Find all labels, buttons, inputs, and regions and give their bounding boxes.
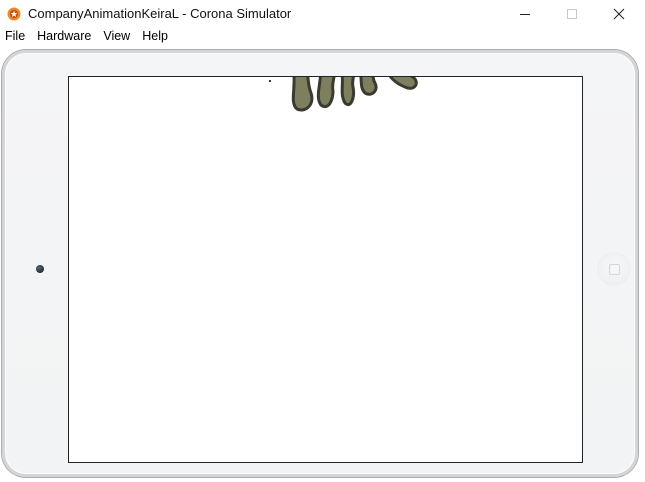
title-bar[interactable]: CompanyAnimationKeiraL - Corona Simulato…	[0, 0, 645, 28]
menu-help[interactable]: Help	[136, 28, 174, 47]
home-square-icon	[609, 264, 620, 275]
menu-hardware[interactable]: Hardware	[31, 28, 97, 47]
window-title: CompanyAnimationKeiraL - Corona Simulato…	[28, 6, 292, 21]
simulator-screen[interactable]	[68, 76, 583, 463]
front-camera-icon	[36, 265, 44, 273]
corona-app-icon	[7, 7, 21, 21]
home-button[interactable]	[598, 253, 630, 285]
tablet-device-frame	[2, 50, 638, 477]
maximize-icon	[567, 9, 577, 19]
minimize-button[interactable]	[502, 0, 548, 28]
menu-file[interactable]: File	[0, 28, 31, 47]
maximize-button[interactable]	[549, 0, 595, 28]
menu-bar: File Hardware View Help	[0, 28, 645, 47]
device-skin-area	[0, 47, 645, 482]
simulator-window: CompanyAnimationKeiraL - Corona Simulato…	[0, 0, 645, 482]
minimize-icon	[520, 14, 530, 15]
menu-view[interactable]: View	[97, 28, 136, 47]
close-icon	[613, 8, 625, 20]
close-button[interactable]	[596, 0, 642, 28]
animated-creature-sprite	[269, 77, 418, 112]
